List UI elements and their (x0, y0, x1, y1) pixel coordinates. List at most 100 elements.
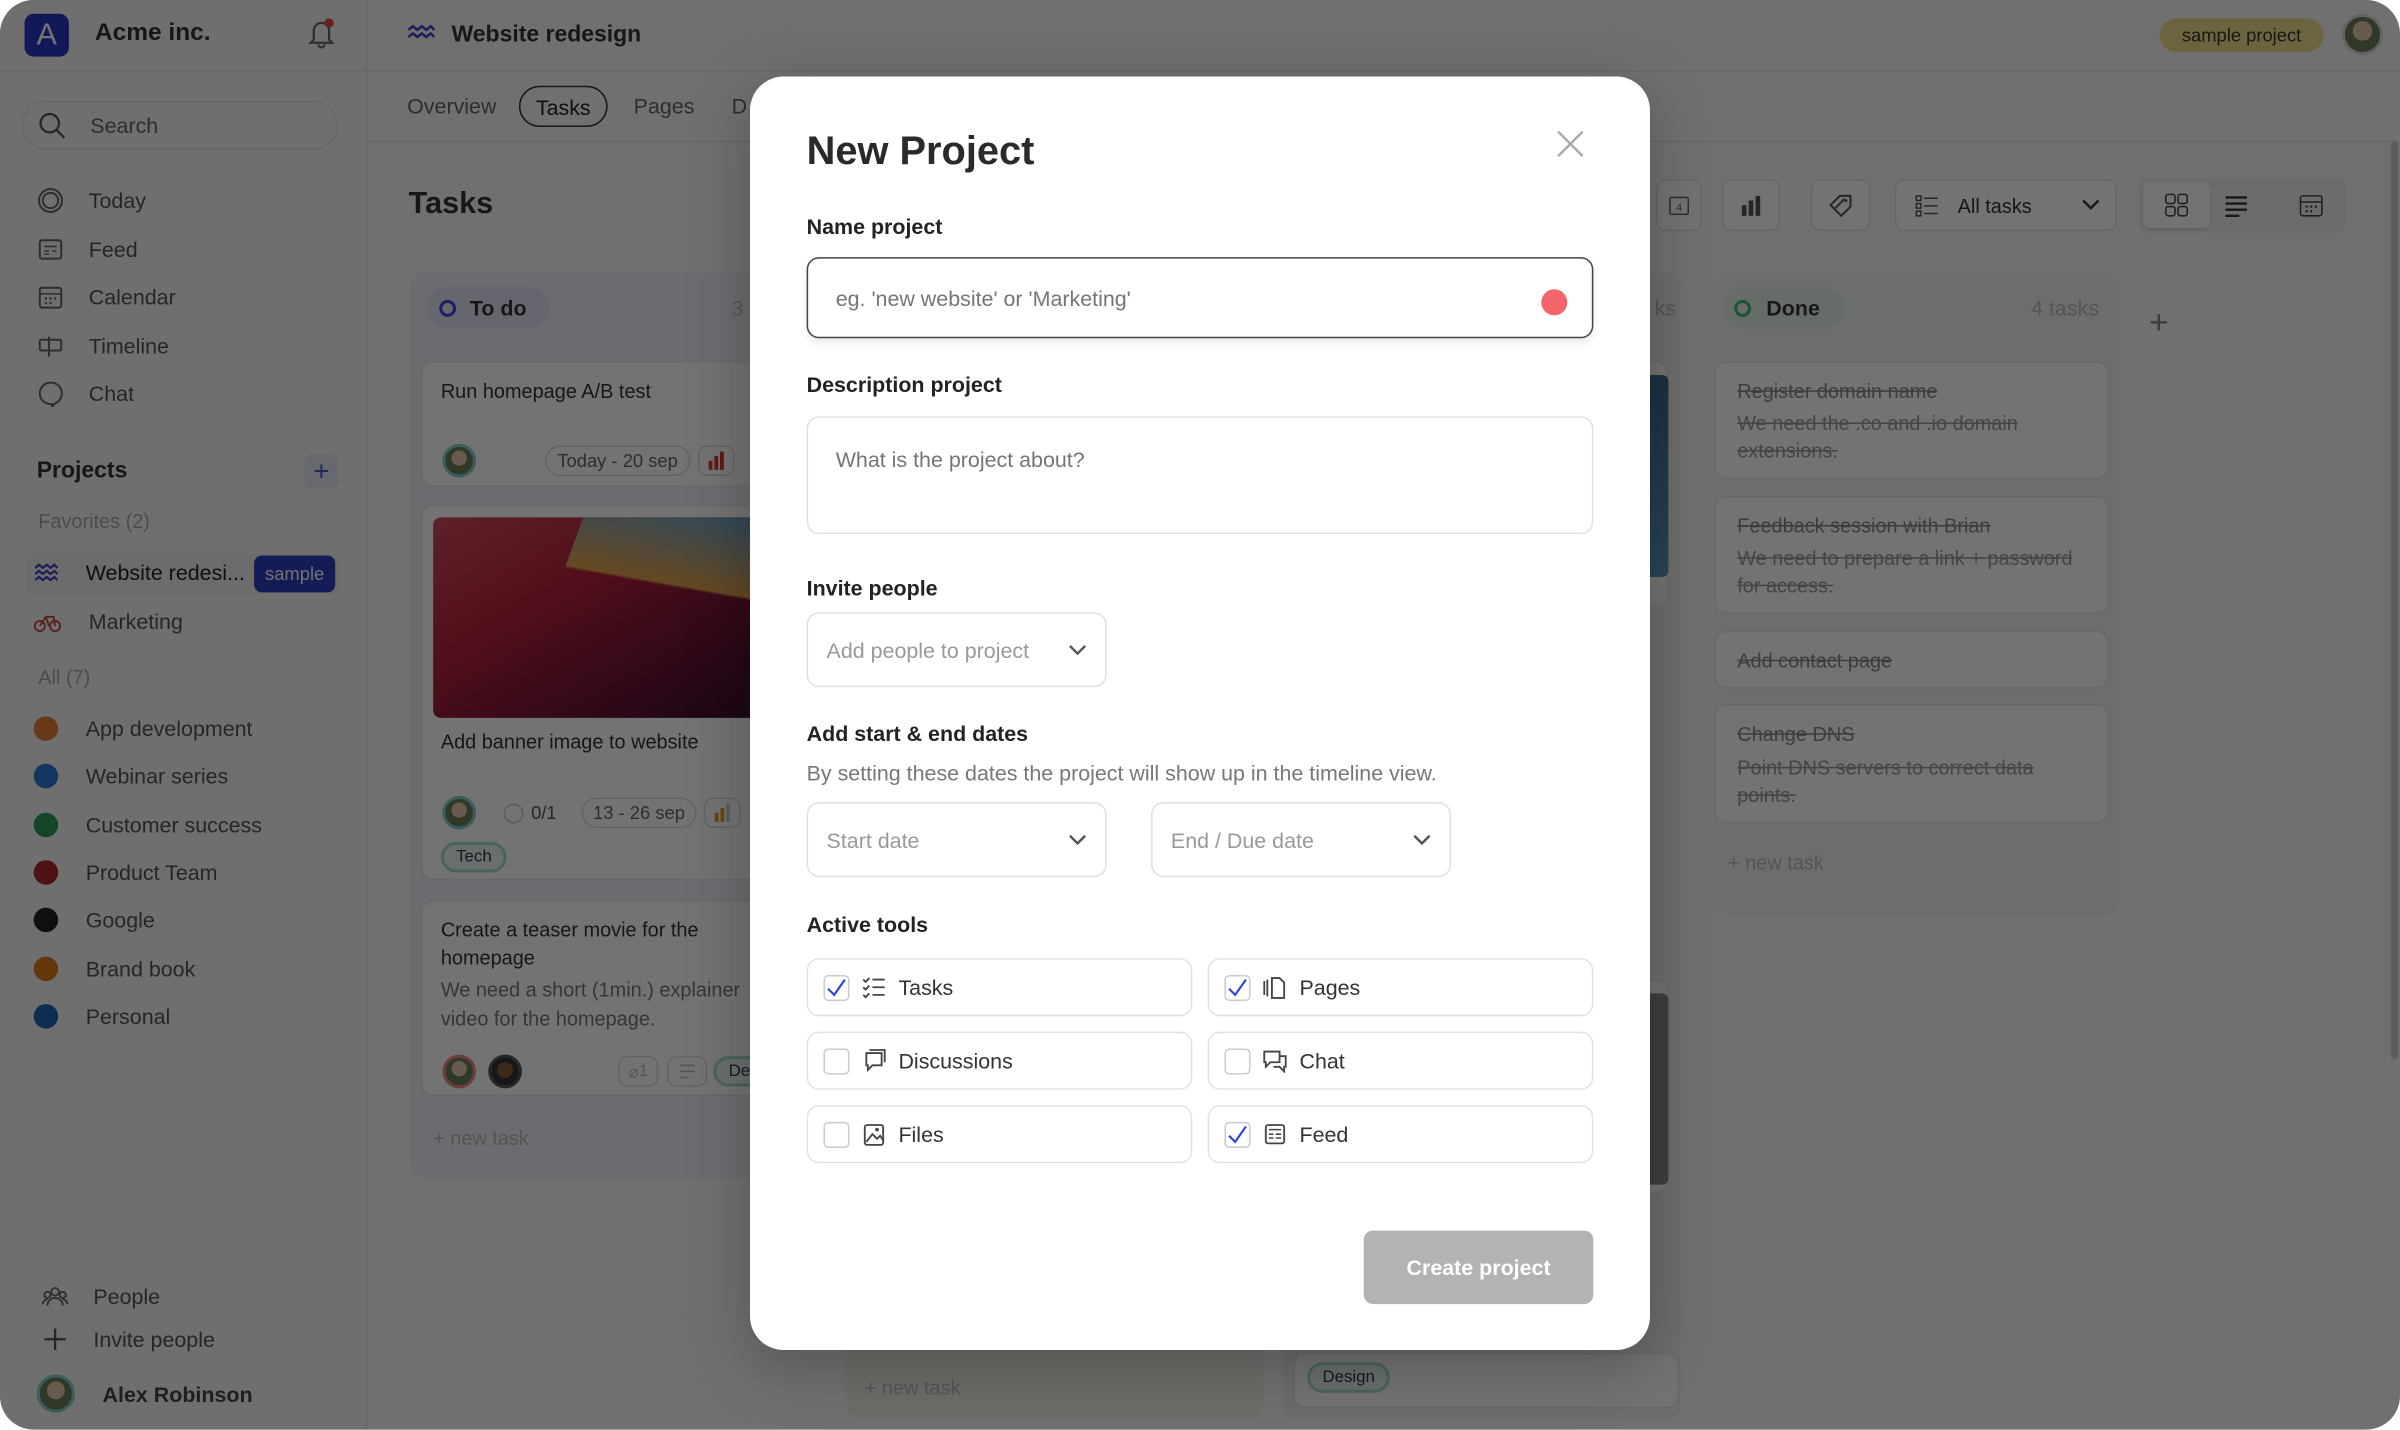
task-tag[interactable]: Tech (440, 841, 508, 873)
nav-today[interactable]: Today (37, 187, 146, 215)
page-title: Tasks (408, 186, 494, 221)
bar-chart-icon (1741, 195, 1761, 216)
project-item[interactable]: Webinar series (33, 764, 229, 789)
scrollbar[interactable] (2390, 140, 2399, 1060)
description-button[interactable] (667, 1056, 708, 1087)
tool-option-feed[interactable]: Feed (1207, 1105, 1594, 1164)
add-project-button[interactable]: + (304, 454, 339, 489)
done-task-card[interactable]: Register domain name We need the .co and … (1714, 361, 2110, 480)
priority-high-icon (708, 451, 724, 470)
nav-calendar[interactable]: Calendar (37, 283, 176, 311)
timeline-icon (38, 336, 63, 357)
tool-option-pages[interactable]: Pages (1207, 958, 1594, 1017)
project-icon (33, 1003, 59, 1029)
invite-people-link[interactable]: Invite people (41, 1325, 215, 1353)
project-label: Website redesi... (85, 560, 245, 585)
priority-button[interactable] (697, 445, 735, 477)
start-date-select[interactable]: Start date (806, 802, 1107, 878)
nav-timeline[interactable]: Timeline (37, 332, 169, 360)
assignee-avatar[interactable] (442, 1054, 477, 1089)
attachments-button[interactable]: ⌀ 1 (618, 1056, 659, 1087)
tools-label: Active tools (806, 912, 929, 937)
task-card[interactable]: Design (1293, 1353, 1680, 1409)
priority-button[interactable] (704, 797, 741, 829)
project-item[interactable]: Customer success (33, 812, 262, 837)
tags-button[interactable] (1810, 179, 1871, 232)
tool-label: Files (898, 1121, 944, 1147)
board-view-button[interactable] (2142, 182, 2211, 229)
close-icon[interactable] (1557, 130, 1585, 158)
assignee-avatar[interactable] (442, 443, 477, 478)
project-icon (33, 955, 59, 981)
tab-overview[interactable]: Overview (407, 93, 496, 117)
list-icon (1915, 194, 1938, 216)
date-pill[interactable]: Today - 20 sep (544, 445, 691, 477)
tool-label: Feed (1299, 1121, 1349, 1147)
project-item[interactable]: Brand book (33, 955, 196, 981)
end-date-select[interactable]: End / Due date (1151, 802, 1452, 878)
stats-button[interactable] (1721, 179, 1781, 232)
done-task-card[interactable]: Feedback session with Brian We need to pr… (1714, 495, 2110, 614)
workspace-name[interactable]: Acme inc. (95, 20, 211, 48)
project-item[interactable]: App development (33, 716, 253, 741)
nav-feed[interactable]: Feed (37, 236, 138, 264)
dates-label: Add start & end dates (806, 720, 1029, 746)
tool-checkbox[interactable] (823, 974, 850, 1001)
calendar-view-button[interactable] (2299, 193, 2323, 225)
tool-option-tasks[interactable]: Tasks (806, 958, 1193, 1017)
project-name-input[interactable] (806, 257, 1594, 339)
tool-checkbox[interactable] (1224, 1121, 1251, 1148)
tool-checkbox[interactable] (1224, 974, 1251, 1001)
chevron-down-icon (2082, 199, 2100, 210)
project-description-input[interactable] (806, 416, 1594, 535)
date-pill[interactable]: 13 - 26 sep (581, 797, 697, 829)
tool-option-files[interactable]: Files (806, 1105, 1193, 1164)
tool-label: Tasks (898, 974, 954, 1000)
project-icon (33, 716, 59, 741)
invite-people-select[interactable]: Add people to project (806, 612, 1107, 688)
new-task-button[interactable]: + new task (1728, 851, 1824, 874)
project-item[interactable]: Google (33, 907, 155, 933)
column-title: To do (469, 295, 527, 320)
tool-checkbox[interactable] (823, 1047, 850, 1074)
tool-option-chat[interactable]: Chat (1207, 1031, 1594, 1090)
tab-pages[interactable]: Pages (634, 93, 695, 117)
bell-icon[interactable] (308, 18, 336, 49)
done-task-card[interactable]: Change DNS Point DNS servers to correct d… (1714, 704, 2110, 824)
checkmark-icon (1228, 978, 1247, 996)
task-description: We need to prepare a link + password for… (1737, 546, 2073, 597)
tab-tasks[interactable]: Tasks (518, 85, 608, 128)
done-task-card[interactable]: Add contact page (1714, 630, 2110, 689)
task-tag[interactable]: Design (1307, 1362, 1391, 1393)
calendar-filter-button[interactable]: 4 (1656, 179, 1703, 232)
new-task-button[interactable]: + new task (865, 1376, 961, 1399)
tab-more[interactable]: D (732, 93, 747, 117)
create-project-button[interactable]: Create project (1363, 1230, 1594, 1305)
task-filter-dropdown[interactable]: All tasks (1894, 179, 2117, 232)
project-marketing[interactable]: Marketing (33, 609, 183, 634)
assignee-avatar[interactable] (442, 795, 477, 830)
project-item[interactable]: Product Team (33, 860, 218, 885)
user-name[interactable]: Alex Robinson (103, 1382, 253, 1406)
add-column-button[interactable]: + (2149, 303, 2169, 343)
user-avatar[interactable] (36, 1374, 75, 1413)
attachment-count: 1 (638, 1062, 649, 1081)
people-link[interactable]: People (41, 1283, 160, 1311)
header-avatar[interactable] (2341, 13, 2384, 56)
project-website-redesign[interactable]: Website redesi... (34, 560, 245, 585)
workspace-logo[interactable]: A (24, 13, 69, 57)
search-input[interactable]: Search (21, 101, 339, 150)
project-item[interactable]: Personal (33, 1003, 170, 1029)
sample-project-badge[interactable]: sample project (2159, 18, 2324, 53)
assignee-avatar[interactable] (488, 1054, 522, 1089)
project-label: Brand book (85, 955, 196, 981)
task-title: Add banner image to website (440, 730, 699, 754)
list-view-button[interactable] (2224, 193, 2248, 225)
tool-checkbox[interactable] (1224, 1047, 1251, 1074)
tool-checkbox[interactable] (823, 1121, 850, 1148)
tool-option-discussions[interactable]: Discussions (806, 1031, 1193, 1090)
nav-chat[interactable]: Chat (37, 380, 134, 408)
new-task-button[interactable]: + new task (433, 1127, 529, 1150)
invite-label: Invite people (93, 1327, 215, 1352)
chat-icon (1263, 1050, 1287, 1073)
